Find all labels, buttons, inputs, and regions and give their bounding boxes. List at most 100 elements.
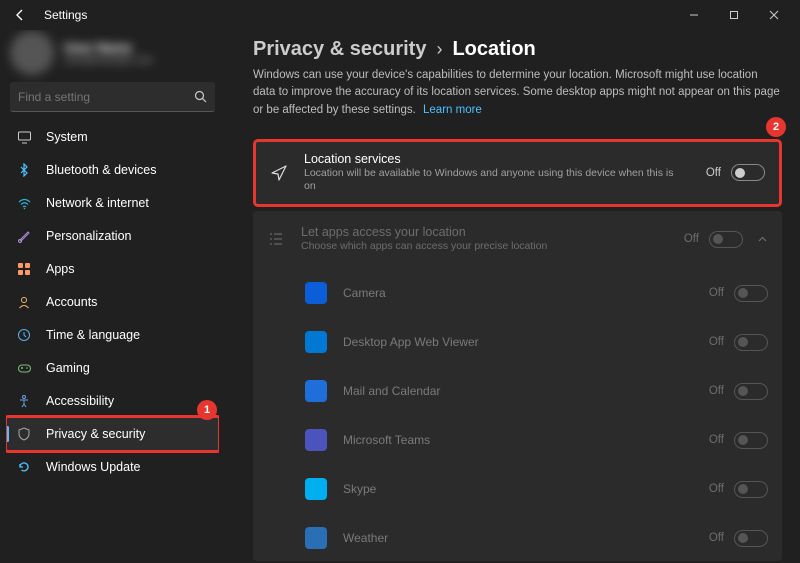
profile-email: user@example.com	[64, 55, 153, 66]
breadcrumb: Privacy & security › Location	[253, 38, 782, 61]
toggle-state-label: Off	[709, 287, 724, 299]
app-name-label: Skype	[343, 482, 709, 496]
page-title: Location	[452, 38, 535, 61]
search-input[interactable]	[18, 90, 194, 104]
sidebar-item-label: System	[46, 130, 88, 144]
main-panel: Privacy & security › Location Windows ca…	[225, 30, 800, 563]
bluetooth-icon	[16, 162, 32, 178]
setting-title: Let apps access your location	[301, 225, 684, 239]
sidebar-item-system[interactable]: System	[6, 121, 219, 153]
toggle-state-label: Off	[706, 167, 721, 179]
chevron-right-icon: ›	[436, 39, 442, 60]
let-apps-header-row[interactable]: Let apps access your location Choose whi…	[253, 211, 782, 267]
location-services-card[interactable]: Location services Location will be avail…	[253, 139, 782, 207]
sidebar-item-privacy-security[interactable]: Privacy & security1	[6, 418, 219, 450]
apps-icon	[16, 261, 32, 277]
toggle-state-label: Off	[709, 483, 724, 495]
app-row[interactable]: Desktop App Web ViewerOff	[253, 319, 782, 365]
app-row[interactable]: Microsoft TeamsOff	[253, 417, 782, 463]
maximize-button[interactable]	[714, 1, 754, 29]
setting-title: Location services	[304, 152, 706, 166]
annotation-badge-1: 1	[197, 400, 217, 420]
sidebar-item-personalization[interactable]: Personalization	[6, 220, 219, 252]
app-toggle[interactable]	[734, 530, 768, 547]
app-toggle[interactable]	[734, 334, 768, 351]
sidebar-item-bluetooth-devices[interactable]: Bluetooth & devices	[6, 154, 219, 186]
search-icon	[194, 90, 207, 103]
brush-icon	[16, 228, 32, 244]
app-icon	[305, 527, 327, 549]
titlebar: Settings	[0, 0, 800, 30]
app-toggle[interactable]	[734, 285, 768, 302]
sidebar: User Name user@example.com System Bluetoo…	[0, 30, 225, 563]
app-icon	[305, 331, 327, 353]
app-toggle[interactable]	[734, 432, 768, 449]
toggle-state-label: Off	[709, 336, 724, 348]
let-apps-access-card: Let apps access your location Choose whi…	[253, 211, 782, 561]
window-title: Settings	[44, 8, 87, 22]
chevron-up-icon	[757, 234, 768, 245]
app-icon	[305, 478, 327, 500]
profile-header[interactable]: User Name user@example.com	[10, 30, 215, 76]
back-button[interactable]	[6, 1, 34, 29]
breadcrumb-parent[interactable]: Privacy & security	[253, 38, 426, 61]
sidebar-item-label: Apps	[46, 262, 75, 276]
app-row[interactable]: WeatherOff	[253, 515, 782, 561]
learn-more-link[interactable]: Learn more	[423, 104, 482, 116]
access-icon	[16, 393, 32, 409]
sidebar-item-label: Accounts	[46, 295, 97, 309]
sidebar-item-label: Personalization	[46, 229, 131, 243]
sidebar-item-label: Windows Update	[46, 460, 141, 474]
avatar	[10, 31, 54, 75]
close-button[interactable]	[754, 1, 794, 29]
sidebar-item-apps[interactable]: Apps	[6, 253, 219, 285]
sidebar-item-label: Accessibility	[46, 394, 114, 408]
app-name-label: Desktop App Web Viewer	[343, 335, 709, 349]
apps-access-toggle[interactable]	[709, 231, 743, 248]
gaming-icon	[16, 360, 32, 376]
update-icon	[16, 459, 32, 475]
app-row[interactable]: CameraOff	[253, 270, 782, 316]
monitor-icon	[16, 129, 32, 145]
sidebar-item-accounts[interactable]: Accounts	[6, 286, 219, 318]
app-name-label: Microsoft Teams	[343, 433, 709, 447]
sidebar-item-label: Gaming	[46, 361, 90, 375]
app-row[interactable]: SkypeOff	[253, 466, 782, 512]
app-name-label: Mail and Calendar	[343, 384, 709, 398]
sidebar-item-gaming[interactable]: Gaming	[6, 352, 219, 384]
location-arrow-icon	[270, 164, 288, 182]
page-description: Windows can use your device's capabiliti…	[253, 67, 782, 119]
sidebar-item-accessibility[interactable]: Accessibility	[6, 385, 219, 417]
sidebar-item-windows-update[interactable]: Windows Update	[6, 451, 219, 483]
profile-name: User Name	[64, 40, 153, 55]
sidebar-item-time-language[interactable]: Time & language	[6, 319, 219, 351]
toggle-state-label: Off	[709, 434, 724, 446]
app-name-label: Weather	[343, 531, 709, 545]
app-icon	[305, 282, 327, 304]
sidebar-item-network-internet[interactable]: Network & internet	[6, 187, 219, 219]
app-toggle[interactable]	[734, 481, 768, 498]
toggle-state-label: Off	[684, 233, 699, 245]
app-name-label: Camera	[343, 286, 709, 300]
app-row[interactable]: Mail and CalendarOff	[253, 368, 782, 414]
clock-icon	[16, 327, 32, 343]
location-services-toggle[interactable]	[731, 164, 765, 181]
annotation-badge-2: 2	[766, 117, 786, 137]
minimize-button[interactable]	[674, 1, 714, 29]
sidebar-item-label: Bluetooth & devices	[46, 163, 157, 177]
sidebar-item-label: Privacy & security	[46, 427, 145, 441]
sidebar-item-label: Network & internet	[46, 196, 149, 210]
toggle-state-label: Off	[709, 385, 724, 397]
setting-subtitle: Choose which apps can access your precis…	[301, 240, 681, 254]
shield-icon	[16, 426, 32, 442]
app-icon	[305, 380, 327, 402]
toggle-state-label: Off	[709, 532, 724, 544]
app-toggle[interactable]	[734, 383, 768, 400]
setting-subtitle: Location will be available to Windows an…	[304, 167, 684, 194]
accounts-icon	[16, 294, 32, 310]
wifi-icon	[16, 195, 32, 211]
list-icon	[267, 231, 285, 247]
sidebar-item-label: Time & language	[46, 328, 140, 342]
app-icon	[305, 429, 327, 451]
search-box[interactable]	[10, 82, 215, 112]
